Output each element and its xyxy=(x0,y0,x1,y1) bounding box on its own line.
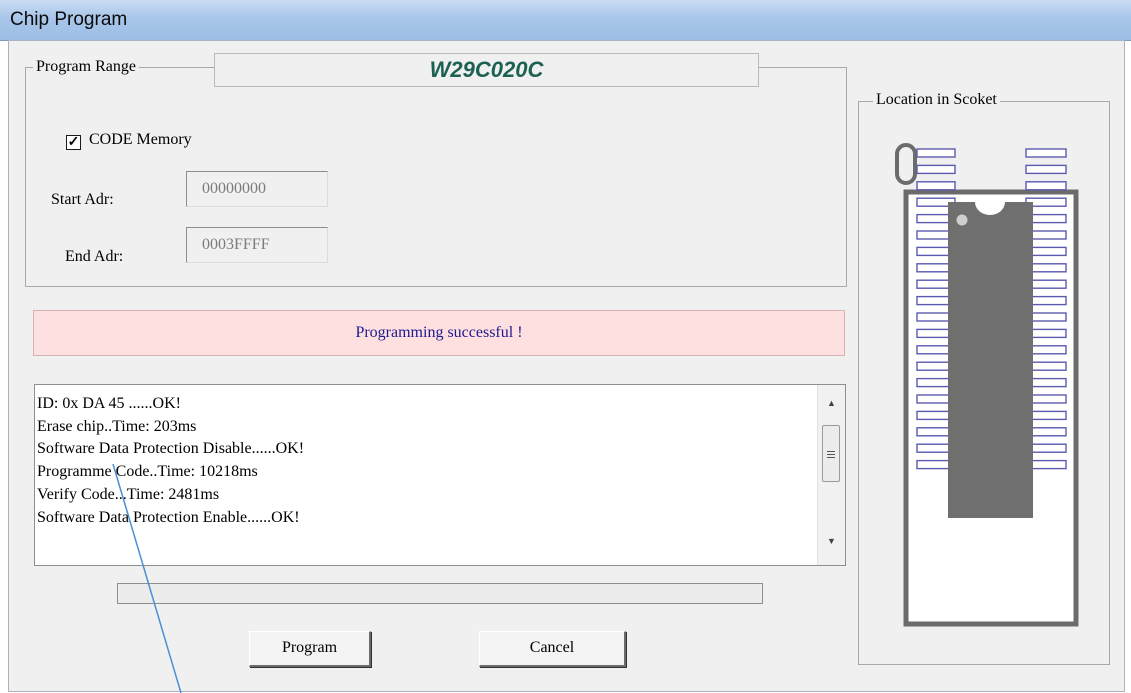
scroll-grip-line xyxy=(827,451,835,452)
log-line: Erase chip..Time: 203ms xyxy=(37,417,197,435)
log-line: ID: 0x DA 45 ......OK! xyxy=(37,395,181,412)
code-memory-checkbox[interactable]: ✓ xyxy=(66,135,81,150)
progress-bar xyxy=(117,583,763,604)
socket-pin-covered xyxy=(916,148,956,158)
dip-40-socket-icon xyxy=(895,143,1079,627)
cancel-button[interactable]: Cancel xyxy=(479,631,626,667)
log-line: Verify Code...Time: 2481ms xyxy=(37,485,220,503)
scroll-down-arrow-icon[interactable]: ▼ xyxy=(818,531,845,551)
log-line: Programme Code..Time: 10218ms xyxy=(37,463,258,481)
scroll-thumb[interactable] xyxy=(822,425,840,482)
log-line: Software Data Protection Disable......OK… xyxy=(37,440,305,458)
window-title: Chip Program xyxy=(10,9,128,30)
end-addr-field[interactable]: 0003FFFF xyxy=(186,227,328,263)
start-addr-label: Start Adr: xyxy=(51,191,114,208)
title-bar[interactable]: Chip Program xyxy=(0,0,1131,41)
socket-pin-covered xyxy=(1025,164,1067,175)
start-addr-field[interactable]: 00000000 xyxy=(186,171,328,207)
socket-pin-covered xyxy=(1025,181,1067,191)
log-lines: ID: 0x DA 45 ......OK! Erase chip..Time:… xyxy=(37,393,304,529)
socket-pin-covered xyxy=(1025,148,1067,158)
scroll-up-arrow-icon[interactable]: ▲ xyxy=(818,393,845,413)
socket-label: Location in Scoket xyxy=(873,91,1000,109)
program-range-label: Program Range xyxy=(33,58,139,76)
dialog-client-area: Program Range W29C020C ✓ CODE Memory Sta… xyxy=(8,40,1125,692)
end-addr-label: End Adr: xyxy=(65,248,124,265)
chip-name-display: W29C020C xyxy=(214,53,759,87)
status-banner: Programming successful ! xyxy=(33,310,845,356)
socket-pin-covered xyxy=(916,181,956,191)
socket-pin-covered xyxy=(916,164,956,175)
program-range-group xyxy=(25,67,847,287)
scroll-grip-line xyxy=(827,457,835,458)
program-button[interactable]: Program xyxy=(249,631,371,667)
log-scrollbar[interactable]: ▲ ▼ xyxy=(817,385,845,565)
scroll-grip-line xyxy=(827,454,835,455)
log-line: Software Data Protection Enable......OK! xyxy=(37,508,300,526)
code-memory-label[interactable]: CODE Memory xyxy=(89,131,192,149)
log-textarea[interactable]: ID: 0x DA 45 ......OK! Erase chip..Time:… xyxy=(34,384,846,566)
